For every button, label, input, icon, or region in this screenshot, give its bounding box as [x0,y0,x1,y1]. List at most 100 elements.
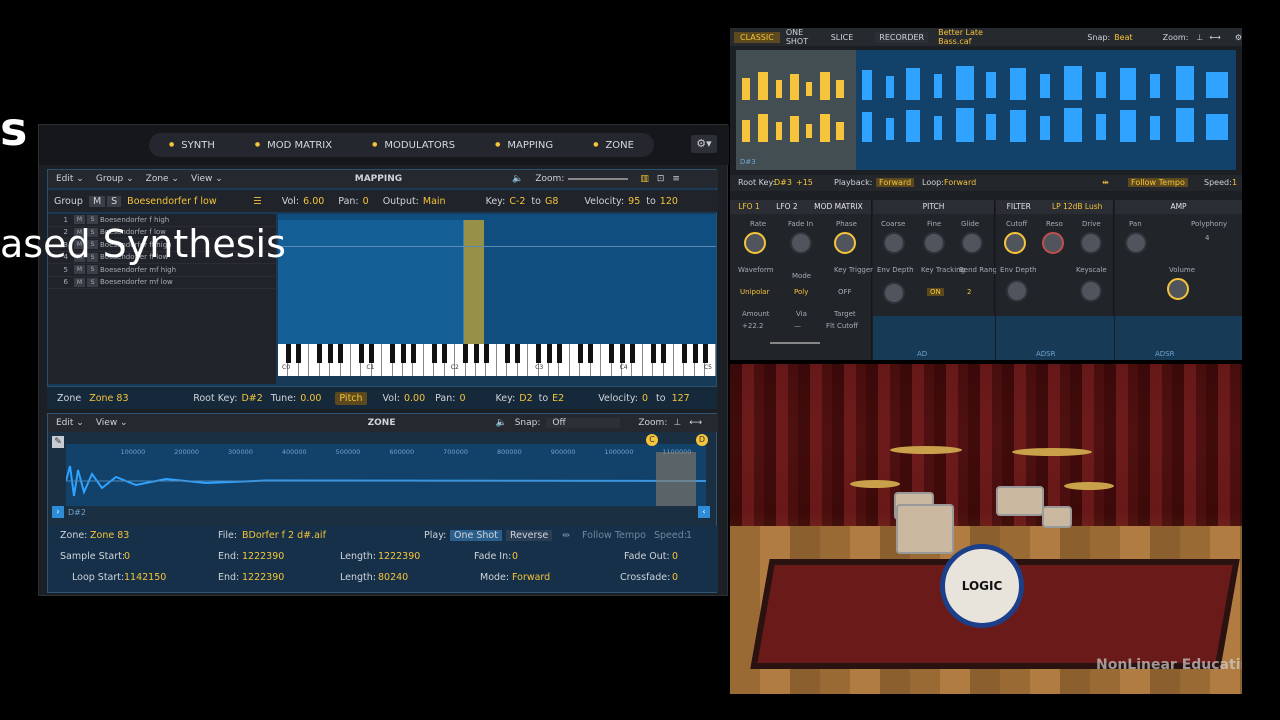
root-key-value[interactable]: D#2 [241,393,262,404]
filter-type-dropdown[interactable]: LP 12dB Lush [1052,200,1102,214]
amount-slider[interactable] [770,342,820,344]
speaker-icon[interactable]: 🔈 [512,174,523,184]
gear-icon[interactable]: ⚙▾ [691,135,717,153]
loop-length-value[interactable]: 80240 [378,572,408,583]
black-key[interactable] [588,344,594,363]
zoom-horizontal-icon[interactable]: ⟷ [689,418,702,428]
black-key[interactable] [431,344,437,363]
sample-start-value[interactable]: 0 [124,551,130,562]
bend-range-value[interactable]: 2 [967,288,971,296]
black-key[interactable] [473,344,479,363]
black-key[interactable] [463,344,469,363]
mute-button[interactable]: M [88,195,106,207]
black-key[interactable] [577,344,583,363]
fine-knob[interactable] [923,232,945,254]
zone-key-low[interactable]: D2 [519,393,532,404]
group-pan-value[interactable]: 0 [363,196,369,207]
drive-knob[interactable] [1080,232,1102,254]
black-key[interactable] [285,344,291,363]
follow-tempo-icon[interactable]: ⇹ [1102,178,1109,187]
fade-in-knob[interactable] [790,232,812,254]
phase-knob[interactable] [834,232,856,254]
black-key[interactable] [609,344,615,363]
snap-dropdown[interactable]: Off [546,418,621,428]
zone-vel-high[interactable]: 127 [672,393,690,404]
file-dropdown[interactable]: Better Late Bass.caf [938,28,997,46]
mapping-zoom-slider[interactable] [568,178,629,180]
zone-view-menu[interactable]: View ⌄ [96,418,128,428]
reso-knob[interactable] [1042,232,1064,254]
tab-lfo2[interactable]: LFO 2 [776,200,798,214]
speaker-icon[interactable]: 🔈 [495,418,506,428]
snap-dropdown[interactable]: Beat [1114,33,1132,42]
tab-mod-matrix[interactable]: MOD MATRIX [814,200,863,214]
unipolar-toggle[interactable]: Unipolar [740,288,769,296]
amount-value[interactable]: +22.2 [742,322,763,330]
black-key[interactable] [400,344,406,363]
black-key[interactable] [682,344,688,363]
black-key[interactable] [390,344,396,363]
black-key[interactable] [317,344,323,363]
zoom-vertical-icon[interactable]: ⊥ [673,418,681,428]
filter-env-depth-knob[interactable] [1006,280,1028,302]
tab-lfo1[interactable]: LFO 1 [738,200,760,214]
mode-slice-tab[interactable]: SLICE [831,33,854,42]
speed-value[interactable]: 1 [686,530,692,541]
coarse-knob[interactable] [883,232,905,254]
loop-dropdown[interactable]: Forward [944,178,976,187]
follow-tempo-button[interactable]: Follow Tempo [1128,178,1188,187]
loop-start-value[interactable]: 1142150 [124,572,166,583]
mute-button[interactable]: M [74,265,85,275]
one-shot-button[interactable]: One Shot [450,530,502,541]
key-tracking-toggle[interactable]: ON [927,288,944,296]
zone-field-dropdown[interactable]: Zone 83 [90,530,129,541]
pitch-env-depth-knob[interactable] [883,282,905,304]
black-key[interactable] [358,344,364,363]
reverse-button[interactable]: Reverse [506,530,553,541]
plugin-waveform[interactable]: D#3 [736,50,1236,170]
black-key[interactable] [546,344,552,363]
tab-zone[interactable]: ZONE [593,140,634,151]
black-key[interactable] [411,344,417,363]
mapping-group-menu[interactable]: Group ⌄ [96,174,134,184]
black-key[interactable] [515,344,521,363]
loop-region[interactable] [656,452,696,506]
mapping-edit-menu[interactable]: Edit ⌄ [56,174,84,184]
solo-button[interactable]: S [87,277,98,287]
cutoff-knob[interactable] [1004,232,1026,254]
mode-dropdown[interactable]: Forward [512,572,550,583]
black-key[interactable] [338,344,344,363]
black-key[interactable] [692,344,698,363]
pitch-toggle[interactable]: Pitch [335,391,367,405]
mute-button[interactable]: M [74,277,85,287]
zone-vol-value[interactable]: 0.00 [404,393,425,404]
sample-waveform[interactable]: 100000 200000 300000 400000 500000 60000… [66,434,708,506]
follow-tempo-button[interactable]: Follow Tempo [582,530,646,541]
crossfade-value[interactable]: 0 [672,572,678,583]
loop-start-handle[interactable]: C [646,434,658,446]
solo-button[interactable]: S [87,265,98,275]
zoom-fit-icon[interactable]: ⊡ [657,174,665,184]
tab-modulators[interactable]: MODULATORS [372,140,455,151]
fade-in-value[interactable]: 0 [512,551,518,562]
tune-value[interactable]: 0.00 [300,393,321,404]
amp-envelope[interactable] [1115,316,1242,360]
cents-value[interactable]: +15 [796,178,813,187]
key-trigger-toggle[interactable]: OFF [838,288,852,296]
poly-toggle[interactable]: Poly [794,288,808,296]
group-key-high[interactable]: G8 [545,196,558,207]
speed-value[interactable]: 1 [1232,178,1237,187]
zone-pan-value[interactable]: 0 [459,393,465,404]
glide-knob[interactable] [961,232,983,254]
black-key[interactable] [369,344,375,363]
zone-vel-low[interactable]: 0 [642,393,648,404]
file-dropdown[interactable]: BDorfer f 2 d#.aif [242,530,326,541]
black-key[interactable] [619,344,625,363]
fade-out-value[interactable]: 0 [672,551,678,562]
black-key[interactable] [327,344,333,363]
group-vel-high[interactable]: 120 [660,196,678,207]
black-key[interactable] [536,344,542,363]
group-vol-value[interactable]: 6.00 [303,196,324,207]
zone-map-grid[interactable] [278,214,716,344]
zone-key-high[interactable]: E2 [552,393,564,404]
